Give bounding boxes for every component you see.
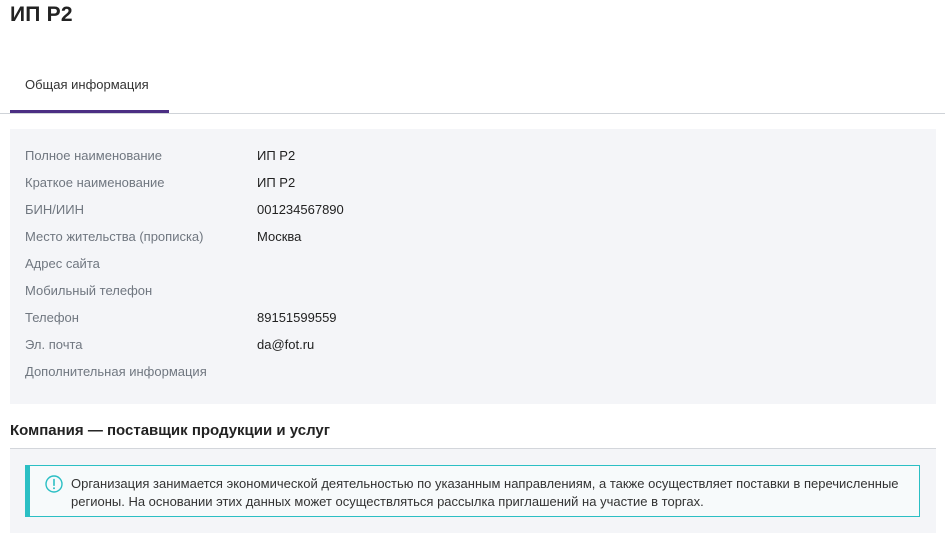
info-label: Полное наименование xyxy=(25,148,163,163)
info-notice: Организация занимается экономической дея… xyxy=(25,465,920,517)
info-label: Место жительства (прописка) xyxy=(25,229,204,244)
info-value: da@fot.ru xyxy=(257,337,315,352)
notice-text: Организация занимается экономической дея… xyxy=(71,476,899,509)
tab-label: Общая информация xyxy=(25,77,149,92)
tab-bar: Общая информация xyxy=(0,62,945,114)
info-value: ИП Р2 xyxy=(257,148,296,163)
info-label: БИН/ИИН xyxy=(25,202,84,217)
info-label: Адрес сайта xyxy=(25,256,100,271)
page-title: ИП Р2 xyxy=(10,3,73,26)
page: ИП Р2 Общая информация Полное наименован… xyxy=(0,0,945,533)
tab-general-info[interactable]: Общая информация xyxy=(10,62,169,113)
info-value: Москва xyxy=(257,229,302,244)
supplier-section-title: Компания — поставщик продукции и услуг xyxy=(10,422,331,439)
info-value: 001234567890 xyxy=(257,202,344,217)
info-label: Дополнительная информация xyxy=(25,364,207,379)
general-info-panel: Полное наименование ИП Р2 Краткое наимен… xyxy=(10,129,936,404)
info-circle-icon xyxy=(45,475,63,493)
info-value: ИП Р2 xyxy=(257,175,296,190)
info-label: Мобильный телефон xyxy=(25,283,153,298)
supplier-section-panel: Организация занимается экономической дея… xyxy=(10,449,936,533)
info-label: Краткое наименование xyxy=(25,175,165,190)
info-label: Эл. почта xyxy=(25,337,83,352)
info-label: Телефон xyxy=(25,310,79,325)
info-value: 89151599559 xyxy=(257,310,337,325)
